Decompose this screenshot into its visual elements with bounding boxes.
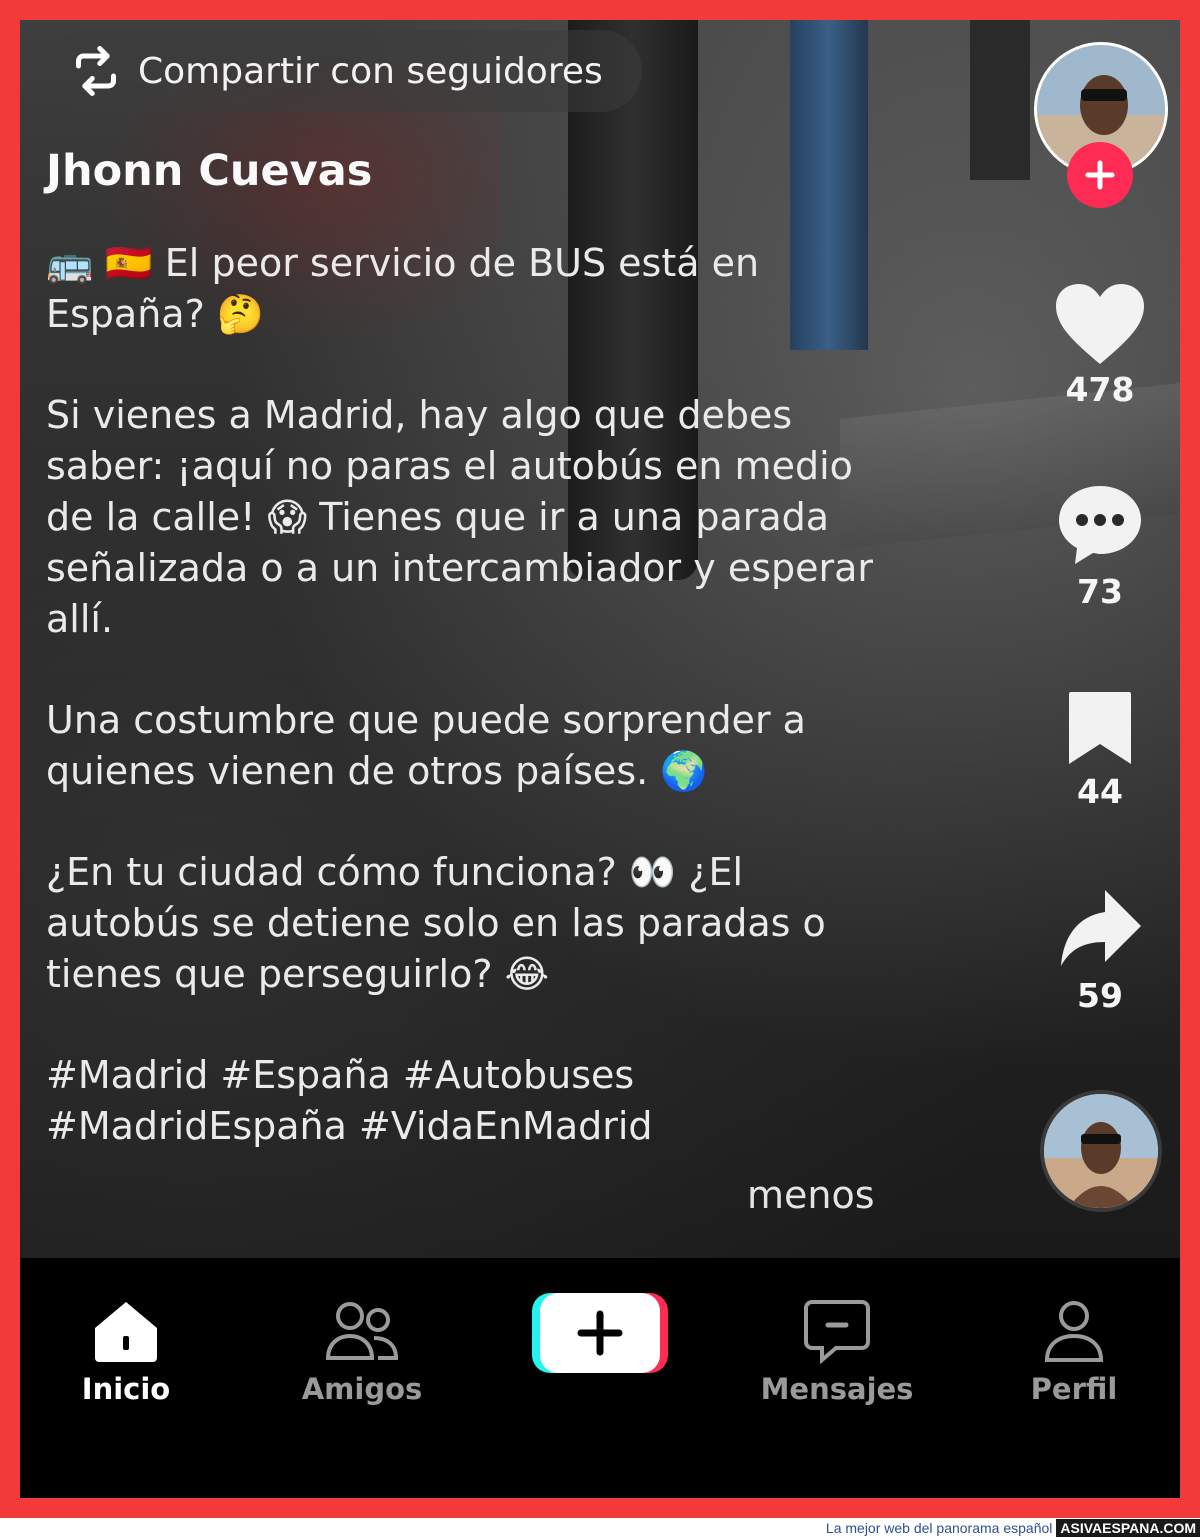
create-video-button[interactable]	[532, 1293, 668, 1373]
comment-count: 73	[1077, 572, 1123, 611]
like-button[interactable]: 478	[1040, 282, 1160, 409]
save-button[interactable]: 44	[1040, 688, 1160, 811]
share-label: Compartir con seguidores	[138, 50, 603, 92]
nav-messages[interactable]: Mensajes	[757, 1298, 917, 1406]
like-count: 478	[1065, 370, 1135, 409]
share-arrow-icon	[1061, 890, 1141, 966]
laughing-emoji: 😂	[504, 952, 549, 996]
nav-friends[interactable]: Amigos	[282, 1298, 442, 1406]
hashtags-line-2[interactable]: #MadridEspaña #VidaEnMadrid	[46, 1104, 653, 1148]
video-caption: 🚌 🇪🇸 El peor servicio de BUS está en Esp…	[46, 238, 906, 1152]
bookmark-icon	[1069, 692, 1131, 764]
show-less-link[interactable]: menos	[747, 1173, 875, 1217]
comment-button[interactable]: 73	[1040, 482, 1160, 611]
home-icon	[95, 1302, 157, 1362]
caption-paragraph-4: ¿En tu ciudad cómo funciona? 👀 ¿El autob…	[46, 847, 906, 1000]
plus-icon	[577, 1310, 623, 1356]
nav-profile-label: Perfil	[1030, 1372, 1118, 1406]
thinking-emoji: 🤔	[216, 292, 265, 336]
share-with-followers-button[interactable]: Compartir con seguidores	[46, 30, 642, 112]
footer-site-name[interactable]: ASIVAESPANA.COM	[1056, 1519, 1200, 1537]
eyes-emoji: 👀	[628, 850, 677, 894]
nav-profile[interactable]: Perfil	[994, 1298, 1154, 1406]
repost-icon	[76, 46, 116, 96]
sound-avatar-image	[1044, 1094, 1158, 1208]
watermark-footer: La mejor web del panorama español ASIVAE…	[0, 1518, 1200, 1538]
author-name[interactable]: Jhonn Cuevas	[46, 146, 372, 196]
share-count: 59	[1077, 976, 1123, 1015]
heart-icon	[1056, 284, 1144, 364]
video-screen: Compartir con seguidores Jhonn Cuevas 🚌 …	[20, 20, 1180, 1498]
scream-emoji: 😱	[267, 495, 308, 539]
profile-icon	[1044, 1301, 1104, 1362]
follow-button[interactable]	[1067, 142, 1133, 208]
bus-flag-emoji: 🚌 🇪🇸	[46, 241, 153, 285]
footer-slogan: La mejor web del panorama español	[825, 1520, 1053, 1536]
nav-home[interactable]: Inicio	[46, 1298, 206, 1406]
hashtags-line-1[interactable]: #Madrid #España #Autobuses	[46, 1053, 634, 1097]
nav-friends-label: Amigos	[301, 1372, 423, 1406]
caption-hashtags: #Madrid #España #Autobuses #MadridEspaña…	[46, 1050, 906, 1152]
nav-messages-label: Mensajes	[760, 1372, 914, 1406]
plus-icon	[1085, 160, 1115, 190]
caption-paragraph-1: 🚌 🇪🇸 El peor servicio de BUS está en Esp…	[46, 238, 906, 340]
caption-paragraph-3: Una costumbre que puede sorprender a qui…	[46, 695, 906, 797]
caption-paragraph-2: Si vienes a Madrid, hay algo que debes s…	[46, 393, 874, 641]
comment-icon	[1059, 486, 1141, 564]
globe-emoji: 🌍	[660, 749, 708, 793]
nav-home-label: Inicio	[81, 1372, 171, 1406]
save-count: 44	[1077, 772, 1123, 811]
friends-icon	[325, 1302, 399, 1360]
sound-disc[interactable]	[1040, 1090, 1162, 1212]
bottom-navigation: Inicio Amigos Mensajes Perfil	[20, 1258, 1180, 1498]
inbox-icon	[804, 1300, 870, 1364]
share-button[interactable]: 59	[1040, 886, 1160, 1015]
